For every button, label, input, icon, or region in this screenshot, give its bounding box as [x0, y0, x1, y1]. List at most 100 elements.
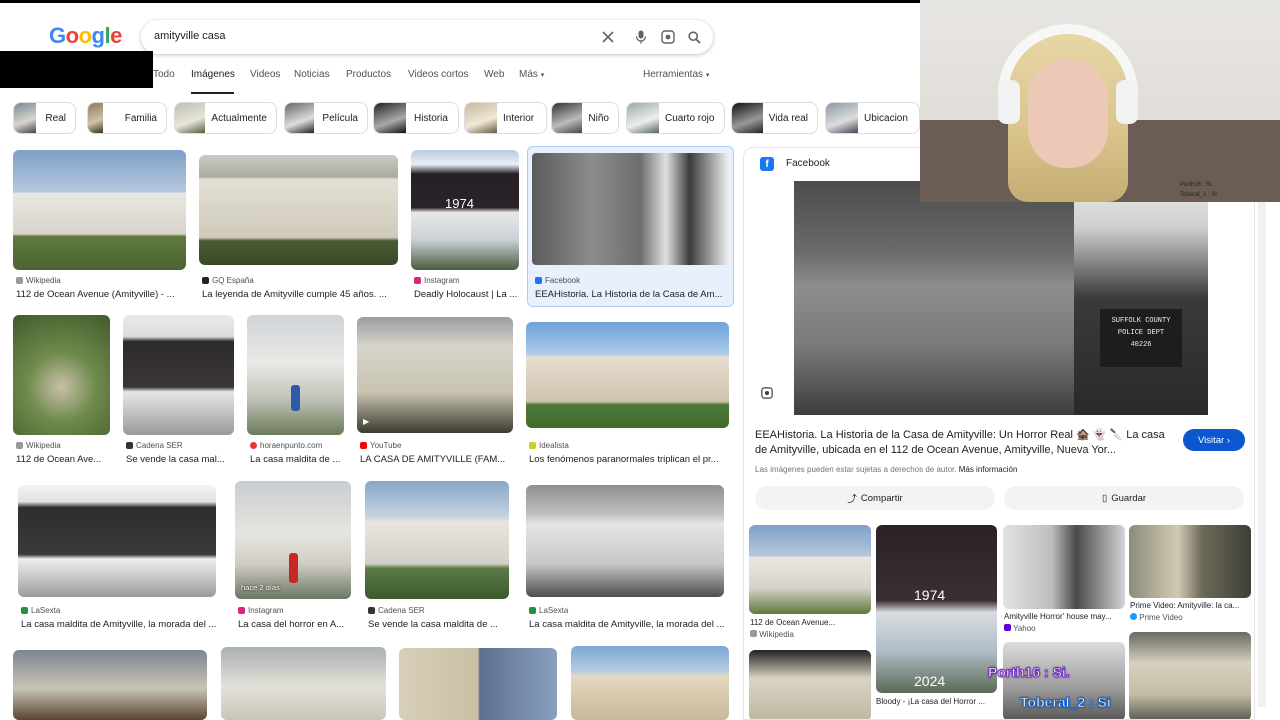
result-title[interactable]: 112 de Ocean Ave... — [16, 454, 111, 465]
tab-videos[interactable]: Videos — [250, 69, 280, 80]
search-icon[interactable] — [685, 28, 703, 46]
result-title[interactable]: Se vende la casa mal... — [126, 454, 234, 465]
result-title[interactable]: Deadly Holocaust | La ... — [414, 289, 519, 300]
related-caption[interactable]: Prime Video: Amityville: la ca... — [1130, 601, 1239, 610]
related-image[interactable] — [749, 650, 871, 719]
result-tile[interactable] — [571, 646, 731, 720]
result-tile[interactable] — [13, 650, 208, 720]
tab-imagenes[interactable]: Imágenes — [191, 69, 235, 80]
result-title[interactable]: La casa maldita de Amityville, la morada… — [21, 619, 219, 630]
chip-thumbnail — [285, 103, 315, 133]
chip-pelicula[interactable]: Película — [284, 102, 368, 134]
chip-vida-real[interactable]: Vida real — [731, 102, 818, 134]
result-image — [221, 647, 386, 720]
result-title[interactable]: La casa maldita de ... — [250, 454, 345, 465]
tab-mas[interactable]: Más ▾ — [519, 69, 544, 80]
result-tile[interactable]: Wikipedia 112 de Ocean Ave... — [13, 315, 110, 467]
lens-icon[interactable] — [659, 28, 677, 46]
result-title[interactable]: La casa maldita de Amityville, la morada… — [529, 619, 725, 630]
gq-icon — [202, 277, 209, 284]
related-image[interactable] — [1129, 525, 1251, 598]
search-box[interactable]: amityville casa — [141, 20, 713, 54]
related-image[interactable] — [749, 525, 871, 614]
related-caption[interactable]: 112 de Ocean Avenue... — [750, 618, 835, 627]
headphone-cup-left — [998, 80, 1020, 124]
search-input[interactable]: amityville casa — [154, 30, 226, 42]
tab-productos[interactable]: Productos — [346, 69, 391, 80]
result-tile[interactable]: Facebook EEAHistoria. La Historia de la … — [532, 153, 732, 303]
chip-label: Familia — [124, 112, 157, 124]
result-tile[interactable]: 1974 Instagram Deadly Holocaust | La ... — [411, 150, 519, 300]
chip-label: Cuarto rojo — [665, 112, 715, 124]
related-image[interactable] — [1003, 525, 1125, 609]
visit-button[interactable]: Visitar › — [1183, 429, 1245, 451]
result-tile[interactable] — [399, 648, 557, 720]
related-caption[interactable]: Bloody - ¡La casa del Horror ... — [876, 697, 997, 706]
result-source-label: Instagram — [424, 276, 460, 285]
result-tile[interactable]: Cadena SER Se vende la casa mal... — [123, 315, 234, 467]
result-source: GQ España — [202, 276, 254, 285]
result-image — [247, 315, 344, 435]
chip-cuarto-rojo[interactable]: Cuarto rojo — [626, 102, 725, 134]
chip-ubicacion[interactable]: Ubicacion — [825, 102, 920, 134]
result-tile[interactable]: Cadena SER Se vende la casa maldita de .… — [365, 481, 510, 632]
result-title[interactable]: La casa del horror en A... — [238, 619, 352, 630]
panel-scrollbar[interactable] — [1258, 202, 1266, 707]
chip-thumbnail — [374, 103, 406, 133]
tab-noticias[interactable]: Noticias — [294, 69, 330, 80]
chip-historia[interactable]: Historia — [373, 102, 459, 134]
tab-todo[interactable]: Todo — [153, 69, 175, 80]
chevron-down-icon: ▾ — [540, 72, 545, 79]
related-caption[interactable]: Amityville Horror' house may... — [1004, 612, 1112, 621]
chip-thumbnail — [88, 103, 103, 133]
result-title[interactable]: 112 de Ocean Avenue (Amityville) - ... — [16, 289, 186, 300]
related-image[interactable]: 1974 2024 — [876, 525, 997, 693]
person-figure — [289, 553, 298, 583]
tools-button[interactable]: Herramientas ▾ — [643, 69, 709, 80]
result-tile[interactable]: LaSexta La casa maldita de Amityville, l… — [18, 485, 218, 632]
result-title[interactable]: LA CASA DE AMITYVILLE (FAM... — [360, 454, 512, 465]
chip-label: Película — [322, 112, 358, 124]
chip-thumbnail — [14, 103, 37, 133]
result-tile[interactable]: GQ España La leyenda de Amityville cumpl… — [199, 155, 399, 300]
tab-web[interactable]: Web — [484, 69, 504, 80]
lens-icon[interactable] — [756, 382, 778, 404]
chip-actualmente[interactable]: Actualmente — [174, 102, 277, 134]
microphone-icon[interactable] — [632, 28, 650, 46]
share-button[interactable]: ⤴ Compartir — [755, 486, 995, 510]
result-title[interactable]: La leyenda de Amityville cumple 45 años.… — [202, 289, 397, 300]
chip-familia[interactable]: Familia — [87, 102, 167, 134]
chip-thumbnail — [732, 103, 763, 133]
search-tabs: Todo Imágenes Videos Noticias Productos … — [153, 66, 920, 94]
result-title[interactable]: Los fenómenos paranormales triplican el … — [529, 454, 729, 465]
chip-nino[interactable]: Niño — [551, 102, 619, 134]
google-logo[interactable]: Google — [49, 23, 122, 49]
more-info-link[interactable]: Más información — [959, 465, 1018, 474]
result-title[interactable]: EEAHistoria. La Historia de la Casa de A… — [535, 289, 728, 300]
result-tile[interactable]: Wikipedia 112 de Ocean Avenue (Amityvill… — [13, 150, 186, 300]
result-source: Wikipedia — [16, 441, 61, 450]
tab-videos-cortos[interactable]: Videos cortos — [408, 69, 468, 80]
save-button[interactable]: ▯ Guardar — [1004, 486, 1244, 510]
panel-title[interactable]: EEAHistoria. La Historia de la Casa de A… — [755, 428, 1175, 458]
result-title[interactable]: Se vende la casa maldita de ... — [368, 619, 508, 630]
result-tile[interactable]: hace 2 días Instagram La casa del horror… — [235, 481, 352, 632]
wikipedia-icon — [16, 277, 23, 284]
result-tile[interactable]: LaSexta La casa maldita de Amityville, l… — [526, 485, 726, 632]
panel-source[interactable]: Facebook — [786, 158, 830, 169]
result-tile[interactable]: ▶ YouTube LA CASA DE AMITYVILLE (FAM... — [357, 317, 513, 467]
chip-interior[interactable]: Interior — [464, 102, 547, 134]
preview-image[interactable]: SUFFOLK COUNTY POLICE DEPT 40226 — [794, 181, 1208, 415]
rights-text: Las imágenes pueden estar sujetas a dere… — [755, 465, 957, 474]
result-tile[interactable] — [221, 647, 386, 720]
overlay-bar — [0, 51, 153, 88]
image-preview-panel: f Facebook SUFFOLK COUNTY POLICE DEPT 40… — [743, 147, 1255, 720]
related-image[interactable] — [1129, 632, 1251, 719]
chip-real[interactable]: Real — [13, 102, 76, 134]
clear-icon[interactable] — [599, 28, 617, 46]
year-overlay: 1974 — [445, 196, 474, 211]
tab-mas-label: Más — [519, 69, 538, 80]
active-tab-indicator — [191, 92, 234, 94]
result-tile[interactable]: horaenpunto.com La casa maldita de ... — [247, 315, 344, 467]
result-tile[interactable]: Idealista Los fenómenos paranormales tri… — [526, 322, 731, 467]
